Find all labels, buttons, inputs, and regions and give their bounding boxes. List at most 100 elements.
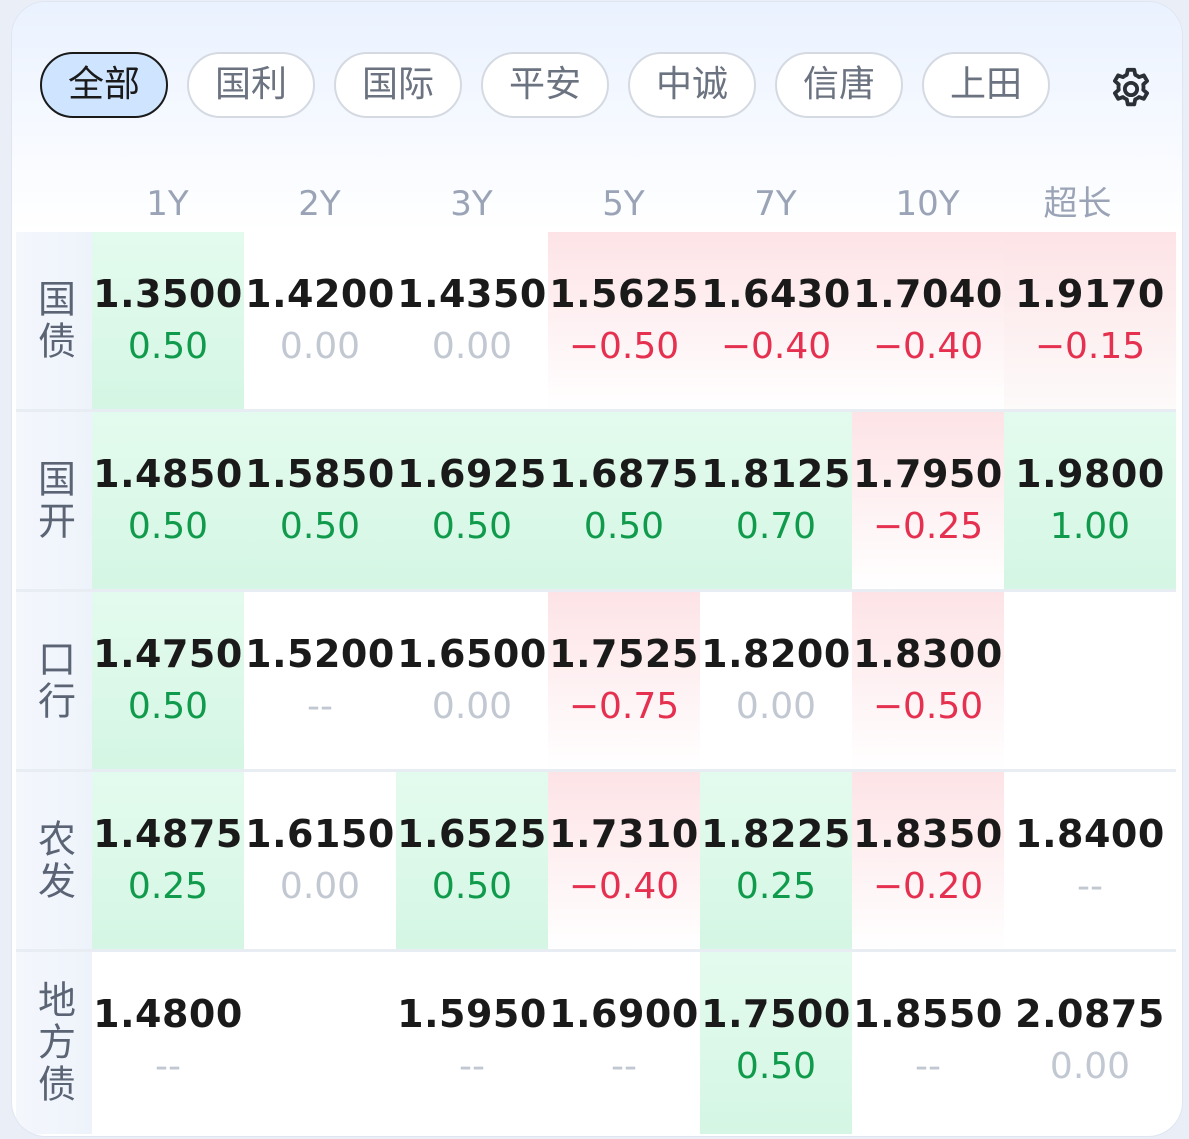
yield-cell[interactable]: 2.0875 0.00 xyxy=(1004,952,1176,1134)
row-label-text: 口行 xyxy=(31,639,76,723)
yield-value: 1.8200 xyxy=(701,632,851,676)
yield-cell[interactable]: 1.8200 0.00 xyxy=(700,592,852,770)
yield-change: -- xyxy=(915,1046,941,1087)
yield-cell[interactable]: 1.7500 0.50 xyxy=(700,952,852,1134)
yield-change: 0.50 xyxy=(583,506,665,547)
yield-value: 1.4350 xyxy=(397,272,547,316)
column-header-3y: 3Y xyxy=(450,184,493,224)
column-header-7y: 7Y xyxy=(754,184,797,224)
yield-change: 0.50 xyxy=(127,326,209,367)
yield-cell[interactable]: 1.4350 0.00 xyxy=(396,232,548,410)
yield-value: 1.6430 xyxy=(701,272,851,316)
table-row: 国债 1.3500 0.50 1.4200 0.00 1.4350 0.00 1.5625 −0… xyxy=(16,232,1176,410)
yield-change: 0.00 xyxy=(431,686,513,727)
yield-cell[interactable]: 1.5950 -- xyxy=(396,952,548,1134)
column-header-10y: 10Y xyxy=(895,184,960,224)
yield-cell[interactable]: 1.3500 0.50 xyxy=(92,232,244,410)
yield-cell[interactable]: 1.4200 0.00 xyxy=(244,232,396,410)
gear-icon[interactable] xyxy=(1108,66,1154,112)
yield-cell[interactable]: 1.9170 −0.15 xyxy=(1004,232,1176,410)
yield-cell[interactable]: 1.5200 -- xyxy=(244,592,396,770)
column-header-ultra-long: 超长 xyxy=(1043,184,1112,224)
yield-cell[interactable]: 1.4800 -- xyxy=(92,952,244,1134)
yield-value: 1.4875 xyxy=(93,812,243,856)
yield-cell[interactable]: 1.6875 0.50 xyxy=(548,412,700,590)
yield-cell[interactable]: 1.7310 −0.40 xyxy=(548,772,700,950)
yield-cell[interactable]: 1.4850 0.50 xyxy=(92,412,244,590)
table-row: 地方债 1.4800 -- 1.5950 -- 1.6900 -- 1.7500 0.50 1.8… xyxy=(16,952,1176,1134)
yield-cell[interactable]: 1.8350 −0.20 xyxy=(852,772,1004,950)
yield-cell[interactable]: 1.8125 0.70 xyxy=(700,412,852,590)
yield-change: −0.40 xyxy=(872,326,984,367)
yield-cell[interactable]: 1.8300 −0.50 xyxy=(852,592,1004,770)
yield-cell[interactable]: 1.7525 −0.75 xyxy=(548,592,700,770)
column-header-2y: 2Y xyxy=(298,184,341,224)
yield-cell[interactable]: 1.6500 0.00 xyxy=(396,592,548,770)
yield-change: -- xyxy=(1077,866,1103,907)
table-row: 口行 1.4750 0.50 1.5200 -- 1.6500 0.00 1.7525 −0.7… xyxy=(16,592,1176,770)
yield-cell[interactable]: 1.7950 −0.25 xyxy=(852,412,1004,590)
tab-all[interactable]: 全部 xyxy=(40,52,168,118)
yield-cell[interactable]: 1.5850 0.50 xyxy=(244,412,396,590)
yield-change: −0.50 xyxy=(872,686,984,727)
yield-value: 1.8400 xyxy=(1015,812,1165,856)
yield-value: 1.6500 xyxy=(397,632,547,676)
yield-cell[interactable]: 1.5625 −0.50 xyxy=(548,232,700,410)
yield-change: 0.50 xyxy=(735,1046,817,1087)
yield-change: 1.00 xyxy=(1049,506,1131,547)
yield-value: 1.9800 xyxy=(1015,452,1165,496)
row-label-text: 国债 xyxy=(31,279,76,363)
yield-change: 0.25 xyxy=(735,866,817,907)
yield-change: 0.50 xyxy=(279,506,361,547)
yield-cell[interactable]: 1.6900 -- xyxy=(548,952,700,1134)
table-row: 农发 1.4875 0.25 1.6150 0.00 1.6525 0.50 1.7310 −0… xyxy=(16,772,1176,950)
yield-change: -- xyxy=(459,1046,485,1087)
yield-value: 1.7310 xyxy=(549,812,699,856)
yield-value: 1.4800 xyxy=(93,992,243,1036)
yield-cell[interactable]: 1.4750 0.50 xyxy=(92,592,244,770)
yield-change: 0.00 xyxy=(279,326,361,367)
yield-cell[interactable]: 1.9800 1.00 xyxy=(1004,412,1176,590)
yield-change: −0.50 xyxy=(568,326,680,367)
yield-change: 0.70 xyxy=(735,506,817,547)
yield-value: 1.4200 xyxy=(245,272,395,316)
yield-cell[interactable]: 1.7040 −0.40 xyxy=(852,232,1004,410)
yield-value: 1.8125 xyxy=(701,452,851,496)
yield-change: 0.50 xyxy=(431,866,513,907)
yield-cell[interactable]: 1.6925 0.50 xyxy=(396,412,548,590)
yield-change: 0.00 xyxy=(431,326,513,367)
yield-change: 0.00 xyxy=(1049,1046,1131,1087)
column-header-1y: 1Y xyxy=(146,184,189,224)
yield-value: 1.5950 xyxy=(397,992,547,1036)
yield-change: −0.25 xyxy=(872,506,984,547)
yield-cell[interactable] xyxy=(1004,592,1176,770)
yield-value: 1.7525 xyxy=(549,632,699,676)
yield-value: 1.4750 xyxy=(93,632,243,676)
yield-change: 0.00 xyxy=(279,866,361,907)
yield-change: −0.75 xyxy=(568,686,680,727)
yield-value: 1.7040 xyxy=(853,272,1003,316)
tab-pingan[interactable]: 平安 xyxy=(481,52,609,118)
yield-cell[interactable]: 1.6150 0.00 xyxy=(244,772,396,950)
yield-change: -- xyxy=(307,686,333,727)
yield-cell[interactable] xyxy=(244,952,396,1134)
row-label-text: 农发 xyxy=(31,819,76,903)
yield-cell[interactable]: 1.8400 -- xyxy=(1004,772,1176,950)
yield-cell[interactable]: 1.8225 0.25 xyxy=(700,772,852,950)
yield-cell[interactable]: 1.6525 0.50 xyxy=(396,772,548,950)
yield-change: 0.50 xyxy=(127,686,209,727)
yield-table-card: 全部 国利 国际 平安 中诚 信唐 上田 1Y 2Y 3Y 5Y 7Y 10Y … xyxy=(12,2,1182,1136)
yield-value: 1.8550 xyxy=(853,992,1003,1036)
yield-value: 1.7500 xyxy=(701,992,851,1036)
tab-shangtian[interactable]: 上田 xyxy=(922,52,1050,118)
tab-guoli[interactable]: 国利 xyxy=(187,52,315,118)
yield-cell[interactable]: 1.4875 0.25 xyxy=(92,772,244,950)
yield-value: 1.6900 xyxy=(549,992,699,1036)
tab-zhongcheng[interactable]: 中诚 xyxy=(628,52,756,118)
yield-change: −0.40 xyxy=(568,866,680,907)
tab-guoji[interactable]: 国际 xyxy=(334,52,462,118)
yield-cell[interactable]: 1.8550 -- xyxy=(852,952,1004,1134)
yield-value: 1.7950 xyxy=(853,452,1003,496)
tab-xintang[interactable]: 信唐 xyxy=(775,52,903,118)
yield-cell[interactable]: 1.6430 −0.40 xyxy=(700,232,852,410)
